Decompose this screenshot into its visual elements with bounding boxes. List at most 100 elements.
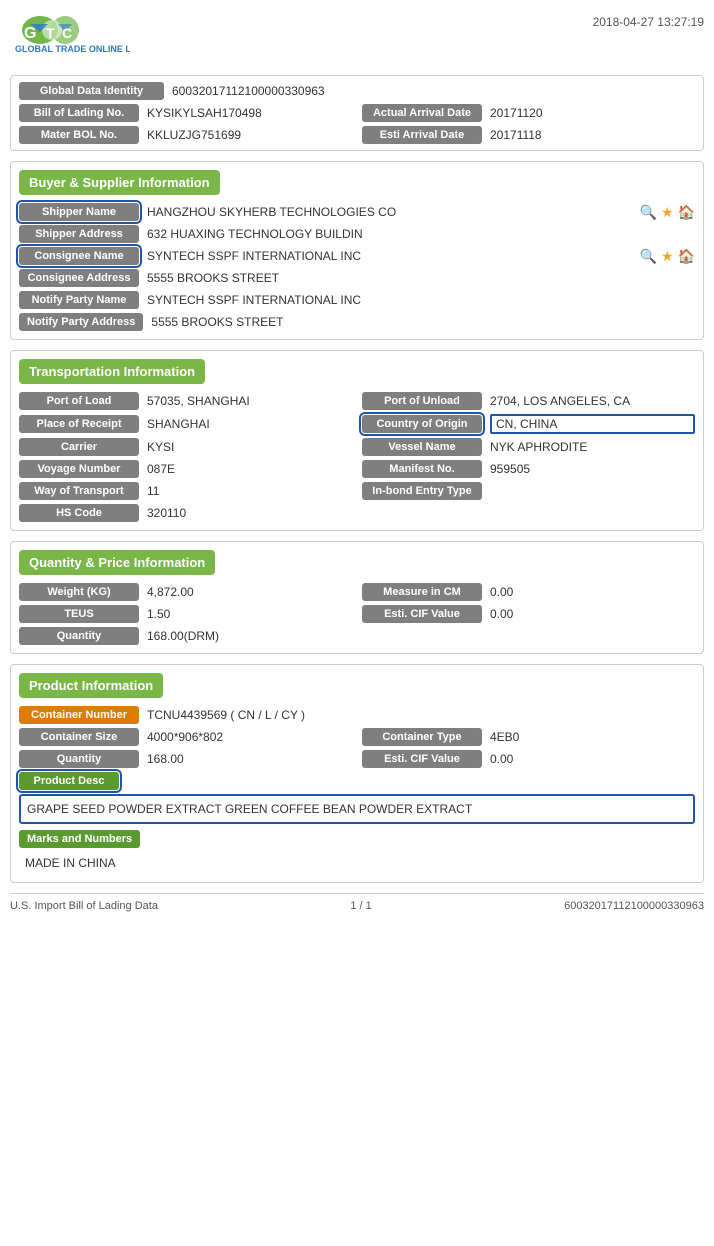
way-of-transport-label: Way of Transport (19, 482, 139, 500)
hs-code-label: HS Code (19, 504, 139, 522)
global-data-identity-row: Global Data Identity 6003201711210000033… (19, 82, 695, 100)
esti-cif-value-label: Esti. CIF Value (362, 605, 482, 623)
container-type-value: 4EB0 (490, 730, 695, 744)
port-row: Port of Load 57035, SHANGHAI Port of Unl… (19, 392, 695, 410)
esti-cif-value-value: 0.00 (490, 607, 695, 621)
container-size-type-row: Container Size 4000*906*802 Container Ty… (19, 728, 695, 746)
product-quantity-value: 168.00 (147, 752, 352, 766)
carrier-vessel-row: Carrier KYSI Vessel Name NYK APHRODITE (19, 438, 695, 456)
voyage-number-group: Voyage Number 087E (19, 460, 352, 478)
hs-code-row: HS Code 320110 (19, 504, 695, 522)
consignee-name-row: Consignee Name SYNTECH SSPF INTERNATIONA… (19, 247, 695, 265)
bill-of-lading-label: Bill of Lading No. (19, 104, 139, 122)
way-of-transport-value: 11 (147, 484, 352, 498)
measure-in-cm-value: 0.00 (490, 585, 695, 599)
manifest-no-value: 959505 (490, 462, 695, 476)
vessel-name-group: Vessel Name NYK APHRODITE (362, 438, 695, 456)
product-esti-cif-value: 0.00 (490, 752, 695, 766)
product-title: Product Information (19, 673, 163, 698)
svg-text:C: C (62, 25, 72, 41)
product-quantity-label: Quantity (19, 750, 139, 768)
logo-area: GLOBAL TRADE ONLINE LIMITED G T C (10, 10, 130, 65)
home-icon-2[interactable]: 🏠 (678, 248, 695, 265)
voyage-number-label: Voyage Number (19, 460, 139, 478)
port-of-load-value: 57035, SHANGHAI (147, 394, 352, 408)
carrier-group: Carrier KYSI (19, 438, 352, 456)
voyage-manifest-row: Voyage Number 087E Manifest No. 959505 (19, 460, 695, 478)
svg-text:G: G (24, 25, 36, 42)
shipper-address-value: 632 HUAXING TECHNOLOGY BUILDIN (147, 227, 695, 241)
actual-arrival-group: Actual Arrival Date 20171120 (362, 104, 695, 122)
port-of-load-group: Port of Load 57035, SHANGHAI (19, 392, 352, 410)
marks-numbers-row: Marks and Numbers (19, 830, 695, 848)
star-icon[interactable]: ★ (661, 204, 674, 221)
shipper-address-label: Shipper Address (19, 225, 139, 243)
esti-arrival-date-label: Esti Arrival Date (362, 126, 482, 144)
notify-party-name-row: Notify Party Name SYNTECH SSPF INTERNATI… (19, 291, 695, 309)
shipper-name-value: HANGZHOU SKYHERB TECHNOLOGIES CO (147, 205, 634, 219)
notify-party-address-row: Notify Party Address 5555 BROOKS STREET (19, 313, 695, 331)
shipper-name-row: Shipper Name HANGZHOU SKYHERB TECHNOLOGI… (19, 203, 695, 221)
actual-arrival-date-label: Actual Arrival Date (362, 104, 482, 122)
svg-text:T: T (46, 25, 55, 41)
mater-bol-group: Mater BOL No. KKLUZJG751699 (19, 126, 352, 144)
timestamp: 2018-04-27 13:27:19 (593, 10, 704, 29)
weight-measure-row: Weight (KG) 4,872.00 Measure in CM 0.00 (19, 583, 695, 601)
svg-text:GLOBAL TRADE ONLINE LIMITED: GLOBAL TRADE ONLINE LIMITED (15, 44, 130, 54)
port-of-unload-group: Port of Unload 2704, LOS ANGELES, CA (362, 392, 695, 410)
vessel-name-value: NYK APHRODITE (490, 440, 695, 454)
product-desc-label: Product Desc (19, 772, 119, 790)
country-of-origin-group: Country of Origin CN, CHINA (362, 414, 695, 434)
mater-bol-row: Mater BOL No. KKLUZJG751699 Esti Arrival… (19, 126, 695, 144)
footer-center: 1 / 1 (350, 900, 371, 912)
consignee-address-row: Consignee Address 5555 BROOKS STREET (19, 269, 695, 287)
quantity-price-section: Quantity & Price Information Weight (KG)… (10, 541, 704, 654)
notify-party-name-label: Notify Party Name (19, 291, 139, 309)
country-of-origin-label: Country of Origin (362, 415, 482, 433)
home-icon[interactable]: 🏠 (678, 204, 695, 221)
logo-image: GLOBAL TRADE ONLINE LIMITED G T C (10, 10, 130, 65)
shipper-name-icons: 🔍 ★ 🏠 (640, 204, 695, 221)
product-desc-row: Product Desc (19, 772, 695, 790)
teus-group: TEUS 1.50 (19, 605, 352, 623)
way-of-transport-group: Way of Transport 11 (19, 482, 352, 500)
product-esti-cif-group: Esti. CIF Value 0.00 (362, 750, 695, 768)
footer-left: U.S. Import Bill of Lading Data (10, 900, 158, 912)
manifest-no-group: Manifest No. 959505 (362, 460, 695, 478)
bill-of-lading-group: Bill of Lading No. KYSIKYLSAH170498 (19, 104, 352, 122)
star-icon-2[interactable]: ★ (661, 248, 674, 265)
marks-numbers-value-row: MADE IN CHINA (19, 852, 695, 874)
footer-right: 60032017112100000330963 (564, 900, 704, 912)
shipper-address-row: Shipper Address 632 HUAXING TECHNOLOGY B… (19, 225, 695, 243)
marks-and-numbers-value: MADE IN CHINA (25, 856, 116, 870)
marks-and-numbers-label: Marks and Numbers (19, 830, 140, 848)
transport-inbond-row: Way of Transport 11 In-bond Entry Type (19, 482, 695, 500)
buyer-supplier-title: Buyer & Supplier Information (19, 170, 220, 195)
search-icon-2[interactable]: 🔍 (640, 248, 657, 265)
esti-arrival-group: Esti Arrival Date 20171118 (362, 126, 695, 144)
global-data-identity-value: 60032017112100000330963 (172, 84, 695, 98)
country-of-origin-value: CN, CHINA (490, 414, 695, 434)
measure-in-cm-label: Measure in CM (362, 583, 482, 601)
hs-code-value: 320110 (147, 506, 695, 520)
quantity-price-title: Quantity & Price Information (19, 550, 215, 575)
voyage-number-value: 087E (147, 462, 352, 476)
container-number-value: TCNU4439569 ( CN / L / CY ) (147, 708, 695, 722)
bill-of-lading-value: KYSIKYLSAH170498 (147, 106, 352, 120)
teus-cif-row: TEUS 1.50 Esti. CIF Value 0.00 (19, 605, 695, 623)
product-esti-cif-label: Esti. CIF Value (362, 750, 482, 768)
global-data-identity-label: Global Data Identity (19, 82, 164, 100)
consignee-address-label: Consignee Address (19, 269, 139, 287)
manifest-no-label: Manifest No. (362, 460, 482, 478)
port-of-unload-value: 2704, LOS ANGELES, CA (490, 394, 695, 408)
notify-party-name-value: SYNTECH SSPF INTERNATIONAL INC (147, 293, 695, 307)
search-icon[interactable]: 🔍 (640, 204, 657, 221)
carrier-value: KYSI (147, 440, 352, 454)
vessel-name-label: Vessel Name (362, 438, 482, 456)
measure-in-cm-group: Measure in CM 0.00 (362, 583, 695, 601)
consignee-name-icons: 🔍 ★ 🏠 (640, 248, 695, 265)
qp-quantity-value: 168.00(DRM) (147, 629, 695, 643)
product-quantity-group: Quantity 168.00 (19, 750, 352, 768)
container-type-group: Container Type 4EB0 (362, 728, 695, 746)
page-header: GLOBAL TRADE ONLINE LIMITED G T C 2018-0… (10, 10, 704, 65)
